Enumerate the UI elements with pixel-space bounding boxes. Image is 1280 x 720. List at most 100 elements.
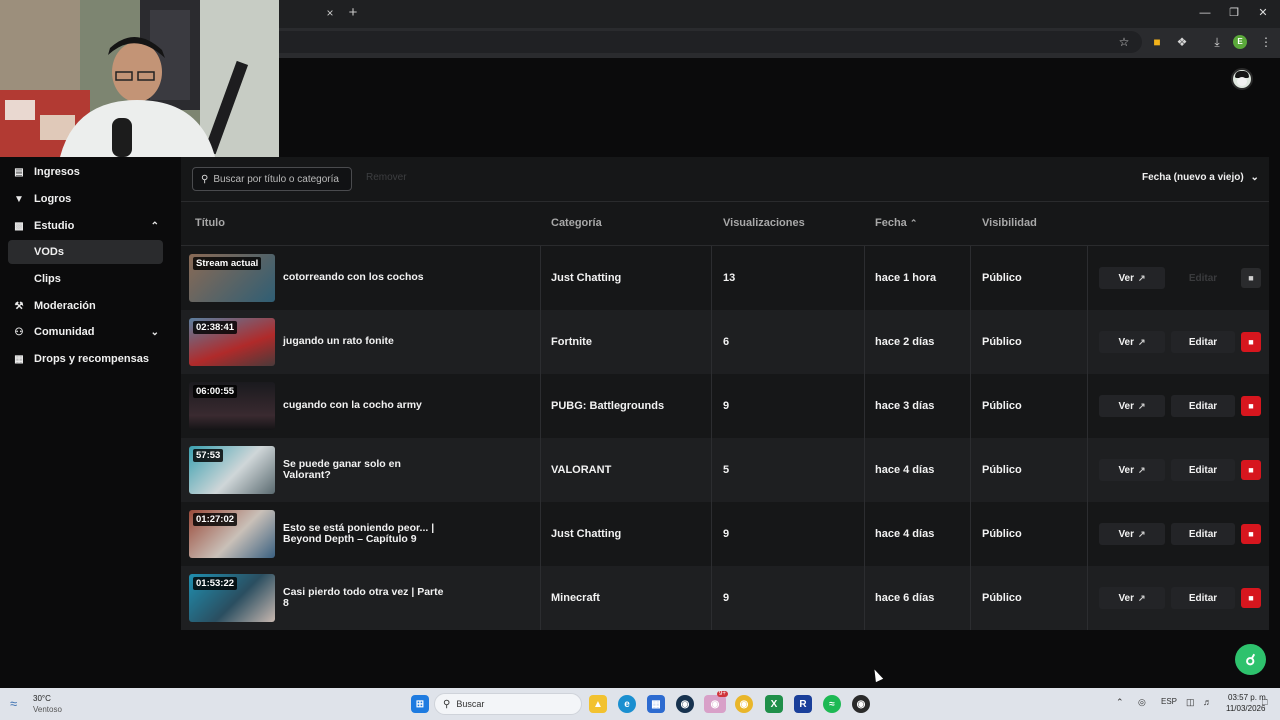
edit-button[interactable]: Editar (1171, 523, 1235, 545)
sort-dropdown[interactable]: Fecha (nuevo a viejo) ⌄ (1142, 172, 1259, 183)
sidebar-item-moderacion[interactable]: ⚒ Moderación (8, 294, 163, 318)
input-language[interactable]: ESP (1161, 697, 1177, 706)
sidebar-item-estudio[interactable]: ▩ Estudio ⌃ (8, 214, 163, 238)
vod-date: hace 3 días (875, 400, 935, 412)
edit-button[interactable]: Editar (1171, 459, 1235, 481)
vod-thumbnail[interactable]: Stream actual (189, 254, 275, 302)
sidebar-item-vods[interactable]: VODs (8, 240, 163, 264)
trash-icon: ■ (1248, 529, 1254, 539)
vod-category[interactable]: Just Chatting (551, 528, 621, 540)
delete-button[interactable]: ■ (1241, 588, 1261, 608)
edit-button[interactable]: Editar (1171, 267, 1235, 289)
view-button[interactable]: Ver ↗ (1099, 459, 1165, 481)
sidebar-item-logros[interactable]: ▼ Logros (8, 187, 163, 211)
help-chat-button[interactable]: ☌ (1235, 644, 1266, 675)
sidebar-item-clips[interactable]: Clips (8, 267, 163, 291)
vod-thumbnail[interactable]: 06:00:55 (189, 382, 275, 430)
vod-thumbnail[interactable]: 57:53 (189, 446, 275, 494)
network-icon[interactable]: ◫ (1186, 697, 1195, 708)
minimize-icon[interactable]: — (1197, 5, 1213, 21)
vod-category[interactable]: Just Chatting (551, 272, 621, 284)
duration-badge: 02:38:41 (193, 321, 238, 334)
weather-temperature[interactable]: 30°C (33, 694, 51, 703)
column-header-category[interactable]: Categoría (551, 217, 602, 229)
obs-icon[interactable]: ◉ (852, 695, 870, 713)
address-bar[interactable] (278, 31, 1142, 53)
vod-category[interactable]: VALORANT (551, 464, 611, 476)
column-header-views[interactable]: Visualizaciones (723, 217, 805, 229)
view-button[interactable]: Ver ↗ (1099, 267, 1165, 289)
app-r-icon[interactable]: R (794, 695, 812, 713)
edit-button[interactable]: Editar (1171, 331, 1235, 353)
vod-thumbnail[interactable]: 02:38:41 (189, 318, 275, 366)
spotify-icon[interactable]: ≈ (823, 695, 841, 713)
weather-description[interactable]: Ventoso (33, 705, 62, 714)
delete-button[interactable]: ■ (1241, 332, 1261, 352)
close-tab-icon[interactable]: × (324, 6, 336, 20)
view-button[interactable]: Ver ↗ (1099, 331, 1165, 353)
edit-button[interactable]: Editar (1171, 587, 1235, 609)
vod-category[interactable]: PUBG: Battlegrounds (551, 400, 664, 412)
delete-button[interactable]: ■ (1241, 460, 1261, 480)
steam-icon[interactable]: ◉ (676, 695, 694, 713)
delete-button[interactable]: ■ (1241, 268, 1261, 288)
restore-icon[interactable]: ❐ (1226, 5, 1242, 21)
notifications-icon[interactable]: □ (1262, 697, 1267, 707)
sidebar-item-comunidad[interactable]: ⚇ Comunidad ⌄ (8, 320, 163, 344)
view-button[interactable]: Ver ↗ (1099, 395, 1165, 417)
show-hidden-icons-chevron-icon[interactable]: ⌃ (1116, 697, 1124, 708)
file-explorer-icon[interactable]: ▲ (589, 695, 607, 713)
extensions-puzzle-icon[interactable]: ❖ (1174, 33, 1190, 51)
new-tab-icon[interactable]: + (346, 5, 360, 21)
search-icon: ⚲ (443, 698, 451, 710)
vod-category[interactable]: Minecraft (551, 592, 600, 604)
vod-date: hace 1 hora (875, 272, 937, 284)
download-icon[interactable]: ⤓ (1209, 33, 1225, 51)
xbox-icon[interactable]: X (765, 695, 783, 713)
search-input[interactable]: ⚲ Buscar por título o categoría (192, 167, 352, 191)
duration-badge: 57:53 (193, 449, 224, 462)
view-button[interactable]: Ver ↗ (1099, 587, 1165, 609)
chrome-icon[interactable]: ◉ (735, 695, 753, 713)
vod-thumbnail[interactable]: 01:27:02 (189, 510, 275, 558)
external-link-icon: ↗ (1138, 592, 1146, 603)
volume-icon[interactable]: ♬ (1203, 697, 1212, 707)
windows-taskbar (0, 688, 1280, 720)
weather-wind-icon[interactable]: ≈ (10, 696, 17, 711)
sidebar-item-drops[interactable]: ▦ Drops y recompensas (8, 347, 163, 371)
view-button[interactable]: Ver ↗ (1099, 523, 1165, 545)
user-avatar[interactable] (1231, 68, 1253, 90)
windows-start-icon[interactable]: ⊞ (411, 695, 429, 713)
close-window-icon[interactable]: ✕ (1255, 5, 1271, 21)
vod-thumbnail[interactable]: 01:53:22 (189, 574, 275, 622)
browser-menu-icon[interactable]: ⋮ (1258, 33, 1274, 51)
trash-icon: ■ (1248, 273, 1254, 283)
remove-button[interactable]: Remover (366, 172, 407, 183)
bookmark-star-icon[interactable]: ☆ (1116, 33, 1132, 51)
wrench-icon: ⚒ (14, 300, 24, 312)
taskbar-search-label: Buscar (456, 699, 485, 709)
edit-button[interactable]: Editar (1171, 395, 1235, 417)
sidebar-item-ingresos[interactable]: ▤ Ingresos (8, 160, 163, 184)
webcam-image (0, 0, 279, 157)
clock-date[interactable]: 11/03/2026 (1226, 704, 1265, 713)
delete-button[interactable]: ■ (1241, 524, 1261, 544)
edge-browser-icon[interactable]: e (618, 695, 636, 713)
vod-visibility: Público (982, 272, 1022, 284)
profile-avatar[interactable]: E (1233, 35, 1247, 49)
taskbar-search-input[interactable]: ⚲ Buscar (434, 693, 582, 715)
external-link-icon: ↗ (1138, 464, 1146, 475)
external-link-icon: ↗ (1138, 400, 1146, 411)
microsoft-store-icon[interactable]: ▦ (647, 695, 665, 713)
discord-icon[interactable]: ◉ (704, 695, 726, 713)
column-divider (711, 246, 712, 630)
external-link-icon: ↗ (1138, 272, 1146, 283)
vod-category[interactable]: Fortnite (551, 336, 592, 348)
trash-icon: ■ (1248, 401, 1254, 411)
column-header-title[interactable]: Título (195, 217, 225, 229)
extension-honey-icon[interactable]: ■ (1149, 33, 1165, 51)
microphone-icon[interactable]: ◎ (1138, 697, 1146, 708)
delete-button[interactable]: ■ (1241, 396, 1261, 416)
column-header-visibility[interactable]: Visibilidad (982, 217, 1037, 229)
column-header-date[interactable]: Fecha ⌃ (875, 217, 917, 229)
